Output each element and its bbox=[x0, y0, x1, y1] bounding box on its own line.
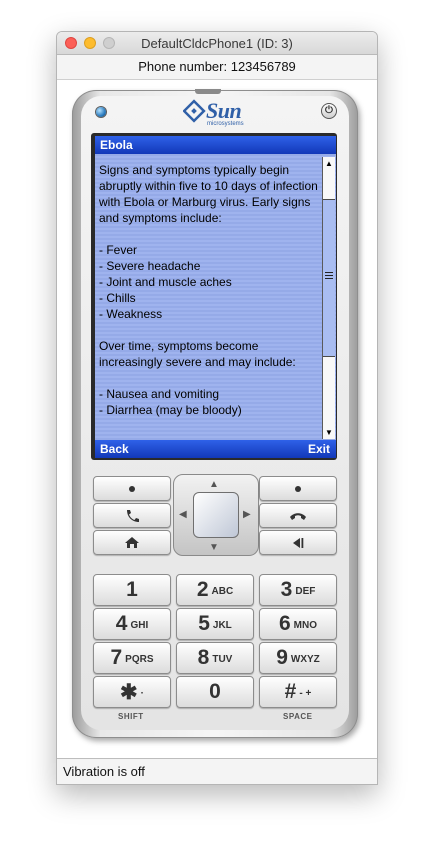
power-button[interactable]: ⏻ bbox=[321, 103, 337, 119]
phone-number-label: Phone number: 123456789 bbox=[57, 55, 377, 80]
key-0[interactable]: 0 bbox=[176, 676, 254, 708]
key-7-letters: PQRS bbox=[125, 654, 154, 665]
key-2[interactable]: 2 ABC bbox=[176, 574, 254, 606]
key-8-letters: TUV bbox=[212, 654, 233, 665]
home-icon bbox=[125, 537, 139, 548]
key-6-letters: MNO bbox=[293, 620, 318, 631]
phone-call-icon bbox=[127, 509, 139, 522]
screen-body-text: Signs and symptoms typically begin abrup… bbox=[99, 163, 318, 417]
scroll-up-arrow-icon[interactable]: ▲ bbox=[323, 157, 335, 170]
scrollbar[interactable]: ▲ ▼ bbox=[322, 157, 335, 439]
window-title: DefaultCldcPhone1 (ID: 3) bbox=[141, 36, 293, 51]
key-star-label: ✱ bbox=[120, 680, 138, 704]
nav-left-arrow-icon[interactable]: ◀ bbox=[179, 510, 187, 520]
key-3[interactable]: 3 DEF bbox=[259, 574, 337, 606]
scroll-thumb[interactable] bbox=[323, 199, 335, 358]
hang-up-icon bbox=[290, 512, 306, 520]
left-soft-button[interactable] bbox=[93, 476, 171, 501]
end-call-button[interactable] bbox=[259, 503, 337, 528]
key-hash-sub: - + bbox=[299, 688, 312, 699]
key-9-letters: WXYZ bbox=[290, 654, 320, 665]
key-7[interactable]: 7 PQRS bbox=[93, 642, 171, 674]
key-hash-label: # bbox=[284, 680, 297, 703]
dot-icon bbox=[129, 485, 135, 492]
key-hash[interactable]: # - + bbox=[259, 676, 337, 708]
title-bar: DefaultCldcPhone1 (ID: 3) bbox=[57, 32, 377, 55]
key-3-letters: DEF bbox=[295, 586, 316, 597]
key-6[interactable]: 6 MNO bbox=[259, 608, 337, 640]
soft-key-back[interactable]: Back bbox=[100, 440, 129, 458]
nav-select-button[interactable] bbox=[193, 492, 239, 538]
key-9-label: 9 bbox=[276, 646, 288, 669]
key-4-letters: GHI bbox=[130, 620, 149, 631]
key-9[interactable]: 9 WXYZ bbox=[259, 642, 337, 674]
key-1[interactable]: 1 bbox=[93, 574, 171, 606]
nav-down-arrow-icon[interactable]: ▼ bbox=[209, 543, 219, 553]
back-arrow-icon bbox=[293, 537, 304, 548]
screen-title: Ebola bbox=[95, 136, 336, 154]
key-3-label: 3 bbox=[280, 578, 293, 601]
key-6-label: 6 bbox=[278, 612, 291, 635]
home-button[interactable] bbox=[93, 530, 171, 555]
call-button[interactable] bbox=[93, 503, 171, 528]
soft-key-exit[interactable]: Exit bbox=[308, 440, 330, 458]
shift-label: SHIFT bbox=[118, 712, 144, 721]
key-star[interactable]: ✱ · bbox=[93, 676, 171, 708]
status-bar: Vibration is off bbox=[57, 758, 377, 784]
earpiece-notch bbox=[195, 89, 221, 94]
key-5[interactable]: 5 JKL bbox=[176, 608, 254, 640]
key-5-letters: JKL bbox=[212, 620, 232, 631]
key-7-label: 7 bbox=[110, 646, 123, 669]
key-5-label: 5 bbox=[198, 612, 210, 635]
key-0-label: 0 bbox=[209, 680, 221, 703]
clear-button[interactable] bbox=[259, 530, 337, 555]
key-8[interactable]: 8 TUV bbox=[176, 642, 254, 674]
key-star-sub: · bbox=[140, 688, 144, 699]
brand-logo-subtext: microsystems bbox=[207, 121, 244, 127]
nav-right-arrow-icon[interactable]: ▶ bbox=[243, 510, 251, 520]
nav-up-arrow-icon[interactable]: ▲ bbox=[209, 480, 219, 490]
space-label: SPACE bbox=[283, 712, 313, 721]
phone-screen: Ebola Signs and symptoms typically begin… bbox=[95, 136, 336, 458]
right-soft-button[interactable] bbox=[259, 476, 337, 501]
key-4-label: 4 bbox=[115, 612, 128, 635]
key-2-label: 2 bbox=[196, 578, 209, 601]
status-led-icon bbox=[96, 107, 106, 117]
scroll-down-arrow-icon[interactable]: ▼ bbox=[323, 426, 335, 439]
key-4[interactable]: 4 GHI bbox=[93, 608, 171, 640]
dot-icon bbox=[295, 485, 301, 492]
key-1-label: 1 bbox=[126, 578, 138, 601]
soft-key-bar: Back Exit bbox=[95, 440, 336, 458]
grip-icon bbox=[325, 272, 333, 274]
key-8-label: 8 bbox=[197, 646, 210, 669]
key-2-letters: ABC bbox=[211, 586, 234, 597]
